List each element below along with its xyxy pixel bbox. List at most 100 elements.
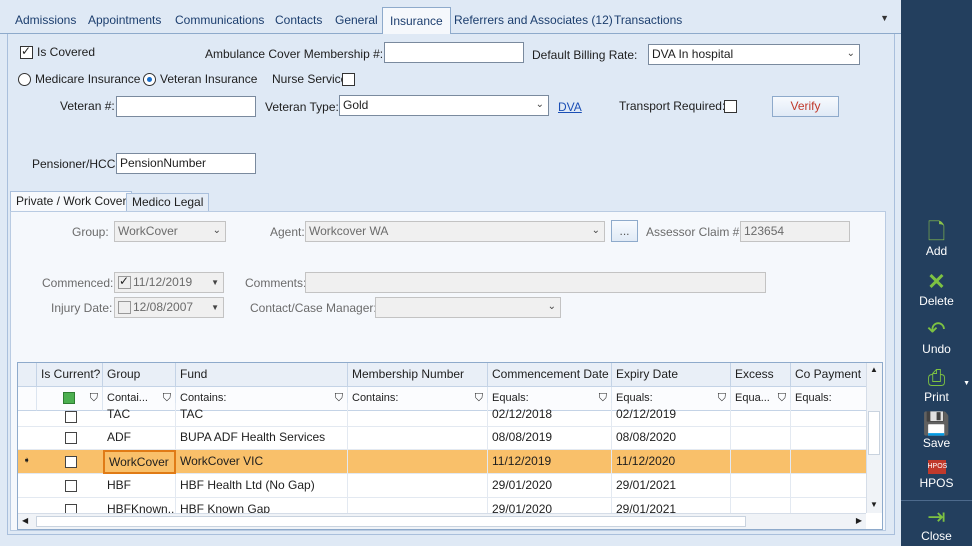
cell-commencement: 29/01/2020 xyxy=(488,474,612,498)
transport-checkbox[interactable] xyxy=(724,100,737,113)
scroll-down-icon[interactable]: ▼ xyxy=(870,500,878,509)
tab-referrers[interactable]: Referrers and Associates (12) xyxy=(447,7,620,33)
veteran-no-label: Veteran #: xyxy=(60,99,115,113)
hpos-logo-icon: HPOS xyxy=(927,460,947,474)
tab-contacts[interactable]: Contacts xyxy=(268,7,329,33)
commenced-date[interactable]: 11/12/2019 ▼ xyxy=(114,272,224,293)
tab-private-work-cover[interactable]: Private / Work Cover xyxy=(10,191,133,213)
exit-door-icon: ⇥ xyxy=(927,504,946,529)
injury-date-label: Injury Date: xyxy=(51,301,113,315)
close-label: Close xyxy=(921,529,952,543)
col-header-co-payment[interactable]: Co Payment xyxy=(791,363,867,387)
veteran-no-input[interactable] xyxy=(116,96,256,117)
cell-expiry: 29/01/2021 xyxy=(612,474,731,498)
close-button[interactable]: ⇥ Close xyxy=(901,504,972,544)
scroll-up-icon[interactable]: ▲ xyxy=(870,365,878,374)
printer-icon: ⎙ xyxy=(927,365,946,390)
case-manager-select[interactable]: ⌄ xyxy=(375,297,561,318)
cell-group[interactable]: WorkCover xyxy=(103,450,176,474)
injury-date[interactable]: 12/08/2007 ▼ xyxy=(114,297,224,318)
tab-transactions[interactable]: Transactions xyxy=(607,7,689,33)
verify-button[interactable]: Verify xyxy=(772,96,839,117)
group-select[interactable]: WorkCover ⌄ xyxy=(114,221,226,242)
cell-membership xyxy=(348,474,488,498)
tab-communications[interactable]: Communications xyxy=(168,7,271,33)
dva-link[interactable]: DVA xyxy=(558,100,582,114)
table-row[interactable]: ADF BUPA ADF Health Services 08/08/2019 … xyxy=(18,426,866,450)
chevron-down-icon: ▼ xyxy=(211,303,219,312)
nurse-service-label: Nurse Service xyxy=(272,72,348,86)
scroll-thumb[interactable] xyxy=(868,411,880,455)
hpos-button[interactable]: HPOS HPOS xyxy=(901,460,972,490)
transport-label: Transport Required: xyxy=(619,99,726,113)
grid-vertical-scrollbar[interactable]: ▲ ▼ xyxy=(866,363,882,513)
delete-label: Delete xyxy=(919,294,954,308)
table-row[interactable]: HBF HBF Health Ltd (No Gap) 29/01/2020 2… xyxy=(18,474,866,498)
col-header-excess[interactable]: Excess xyxy=(731,363,791,387)
cell-group: HBF xyxy=(103,474,176,498)
insurance-grid: Is Current? Group Fund Membership Number… xyxy=(17,362,883,530)
row-indicator-header xyxy=(18,363,37,387)
tab-admissions[interactable]: Admissions xyxy=(8,7,83,33)
cell-excess xyxy=(731,426,791,450)
group-label: Group: xyxy=(72,225,109,239)
cell-expiry: 02/12/2019 xyxy=(612,403,731,427)
agent-lookup-button[interactable]: ... xyxy=(611,220,638,242)
ambulance-input[interactable] xyxy=(384,42,524,63)
hpos-label: HPOS xyxy=(919,476,954,490)
tab-general[interactable]: General xyxy=(328,7,385,33)
add-document-icon: 🗋 xyxy=(927,219,946,244)
veteran-insurance-radio[interactable] xyxy=(143,73,156,86)
horizontal-scroll-thumb[interactable] xyxy=(36,516,746,527)
is-covered-label: Is Covered xyxy=(37,45,96,59)
cell-commencement: 02/12/2018 xyxy=(488,403,612,427)
scroll-right-icon[interactable]: ▶ xyxy=(856,516,862,525)
pensioner-input[interactable]: PensionNumber xyxy=(116,153,256,174)
is-current-checkbox[interactable] xyxy=(65,411,77,423)
assessor-input[interactable]: 123654 xyxy=(740,221,850,242)
delete-button[interactable]: ✕ Delete xyxy=(901,270,972,309)
col-header-fund[interactable]: Fund xyxy=(176,363,348,387)
tab-medico-legal[interactable]: Medico Legal xyxy=(126,193,210,212)
commenced-label: Commenced: xyxy=(42,276,114,290)
assessor-label: Assessor Claim #: xyxy=(646,225,743,239)
save-disk-icon: 💾 xyxy=(922,411,951,436)
is-covered-checkbox[interactable] xyxy=(20,44,33,59)
add-label: Add xyxy=(925,244,948,258)
is-current-checkbox[interactable] xyxy=(65,456,77,468)
tab-insurance[interactable]: Insurance xyxy=(382,7,451,35)
injury-date-checkbox[interactable] xyxy=(118,301,131,314)
agent-label: Agent: xyxy=(270,225,305,239)
col-header-expiry[interactable]: Expiry Date xyxy=(612,363,731,387)
comments-input[interactable] xyxy=(305,272,766,293)
add-button[interactable]: 🗋 Add xyxy=(901,219,972,259)
tab-appointments[interactable]: Appointments xyxy=(81,7,168,33)
agent-select[interactable]: Workcover WA ⌄ xyxy=(305,221,605,242)
is-current-checkbox[interactable] xyxy=(65,480,77,492)
group-value: WorkCover xyxy=(118,224,178,238)
scroll-left-icon[interactable]: ◀ xyxy=(22,516,28,525)
col-header-commencement[interactable]: Commencement Date xyxy=(488,363,612,387)
col-header-is-current[interactable]: Is Current? xyxy=(37,363,103,387)
billing-rate-select[interactable]: DVA In hospital ⌄ xyxy=(648,44,860,65)
commenced-checkbox[interactable] xyxy=(118,274,131,289)
pensioner-label: Pensioner/HCC: xyxy=(32,157,119,171)
save-button[interactable]: 💾 Save xyxy=(901,411,972,451)
print-dropdown-icon[interactable]: ▼ xyxy=(963,380,970,387)
undo-button[interactable]: ↶ Undo xyxy=(901,318,972,357)
grid-horizontal-scrollbar[interactable]: ◀ ▶ xyxy=(18,513,866,529)
sidebar-divider xyxy=(901,500,972,501)
cell-fund: HBF Health Ltd (No Gap) xyxy=(176,474,348,498)
col-header-membership[interactable]: Membership Number xyxy=(348,363,488,387)
is-current-checkbox[interactable] xyxy=(65,432,77,444)
table-row[interactable]: TAC TAC 02/12/2018 02/12/2019 xyxy=(18,403,866,427)
table-row-selected[interactable]: ➧ WorkCover WorkCover VIC 11/12/2019 11/… xyxy=(18,450,866,474)
col-header-group[interactable]: Group xyxy=(103,363,176,387)
print-button[interactable]: ⎙ Print ▼ xyxy=(901,365,972,405)
tab-overflow-dropdown-icon[interactable]: ▼ xyxy=(880,13,889,23)
medicare-radio[interactable] xyxy=(18,73,31,86)
commenced-value: 11/12/2019 xyxy=(133,275,193,289)
cell-fund: TAC xyxy=(176,403,348,427)
nurse-service-checkbox[interactable] xyxy=(342,73,355,86)
veteran-type-select[interactable]: Gold ⌄ xyxy=(339,95,549,116)
